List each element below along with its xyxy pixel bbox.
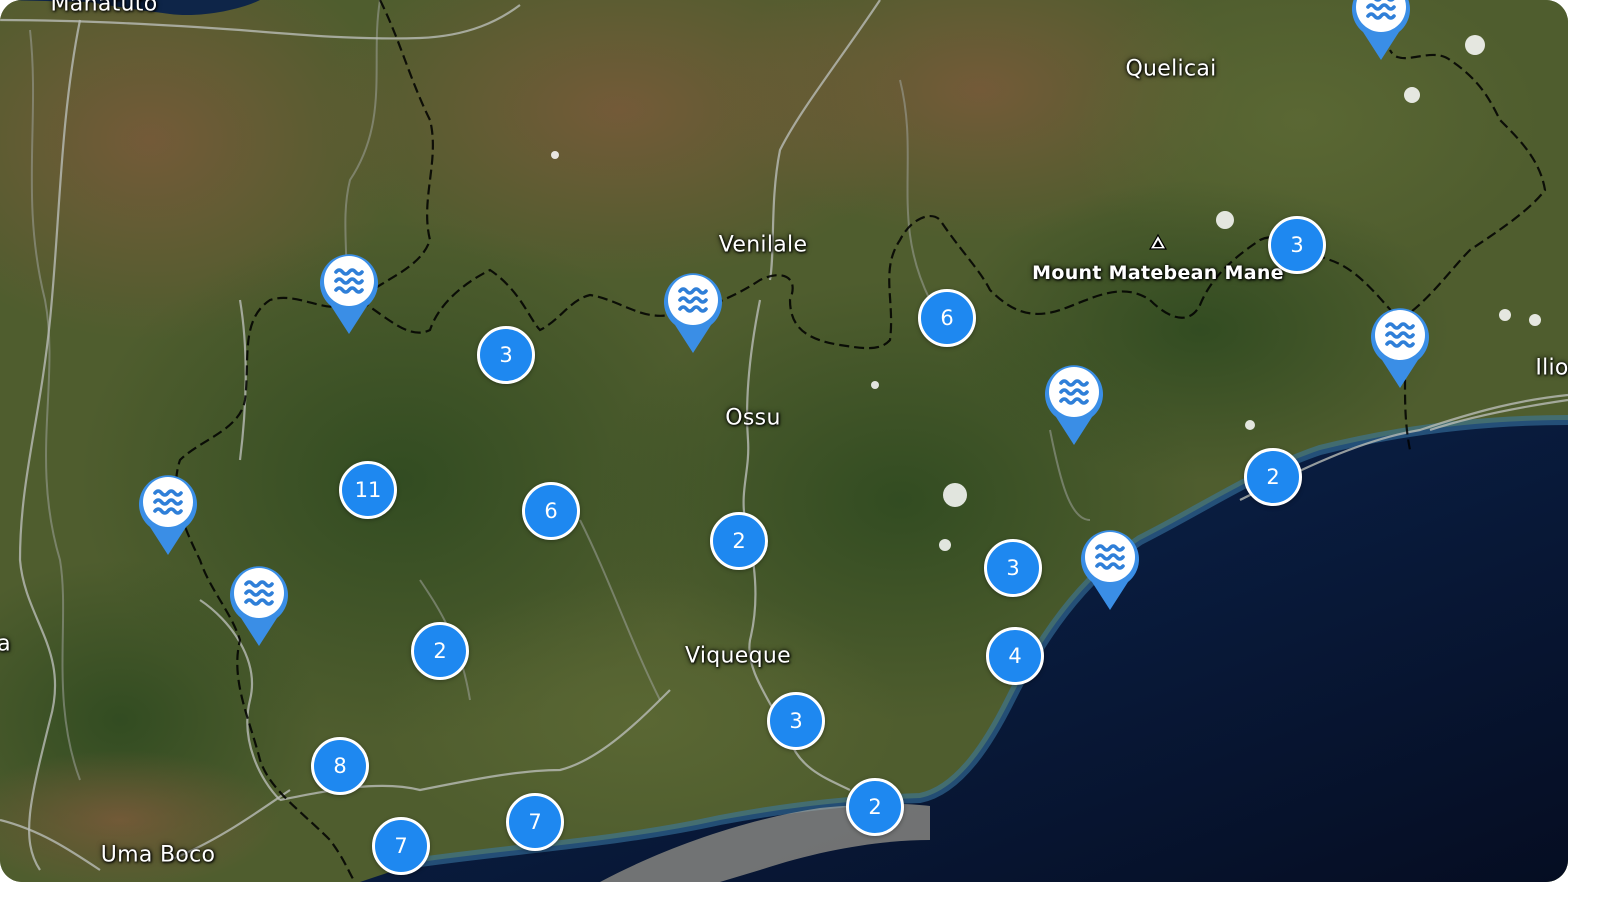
cluster-marker[interactable]: 6: [918, 289, 976, 347]
place-label-quelicai: Quelicai: [1125, 56, 1217, 82]
cluster-marker[interactable]: 2: [411, 622, 469, 680]
water-wave-icon: [230, 566, 288, 646]
place-label-venilale: Venilale: [718, 232, 808, 258]
water-wave-icon: [664, 273, 722, 353]
cluster-marker[interactable]: 3: [984, 539, 1042, 597]
place-label-ossu: Ossu: [725, 405, 781, 431]
water-wave-icon: [1352, 0, 1410, 60]
map-viewport[interactable]: Manatuto Quelicai Venilale Mount Matebea…: [0, 0, 1568, 882]
water-wave-icon: [1081, 530, 1139, 610]
place-label-viqueque: Viqueque: [685, 643, 791, 669]
water-pin-marker[interactable]: [1042, 361, 1106, 447]
satellite-basemap: [0, 0, 1568, 882]
cluster-marker[interactable]: 7: [372, 817, 430, 875]
water-pin-marker[interactable]: [1349, 0, 1413, 62]
cluster-marker[interactable]: 6: [522, 482, 580, 540]
place-label-manatuto: Manatuto: [50, 0, 158, 17]
water-pin-marker[interactable]: [1368, 304, 1432, 390]
cluster-marker[interactable]: 11: [339, 461, 397, 519]
cluster-marker[interactable]: 3: [477, 326, 535, 384]
cluster-marker[interactable]: 2: [1244, 448, 1302, 506]
water-wave-icon: [1045, 365, 1103, 445]
cluster-marker[interactable]: 2: [846, 778, 904, 836]
mountain-peak-icon: [1148, 233, 1168, 250]
cluster-marker[interactable]: 8: [311, 737, 369, 795]
water-wave-icon: [1371, 308, 1429, 388]
place-label-uma-boco: Uma Boco: [100, 842, 216, 868]
cluster-marker[interactable]: 2: [710, 512, 768, 570]
water-pin-marker[interactable]: [317, 250, 381, 336]
water-pin-marker[interactable]: [227, 562, 291, 648]
water-pin-marker[interactable]: [661, 269, 725, 355]
water-pin-marker[interactable]: [1078, 526, 1142, 612]
cluster-marker[interactable]: 4: [986, 627, 1044, 685]
place-label-edge: a: [0, 631, 11, 657]
place-label-ilio: Ilio: [1535, 355, 1568, 381]
water-wave-icon: [320, 254, 378, 334]
water-wave-icon: [139, 475, 197, 555]
cluster-marker[interactable]: 3: [1268, 216, 1326, 274]
cluster-marker[interactable]: 7: [506, 793, 564, 851]
place-label-mount-matebean: Mount Matebean Mane: [1032, 262, 1284, 284]
water-pin-marker[interactable]: [136, 471, 200, 557]
cluster-marker[interactable]: 3: [767, 692, 825, 750]
